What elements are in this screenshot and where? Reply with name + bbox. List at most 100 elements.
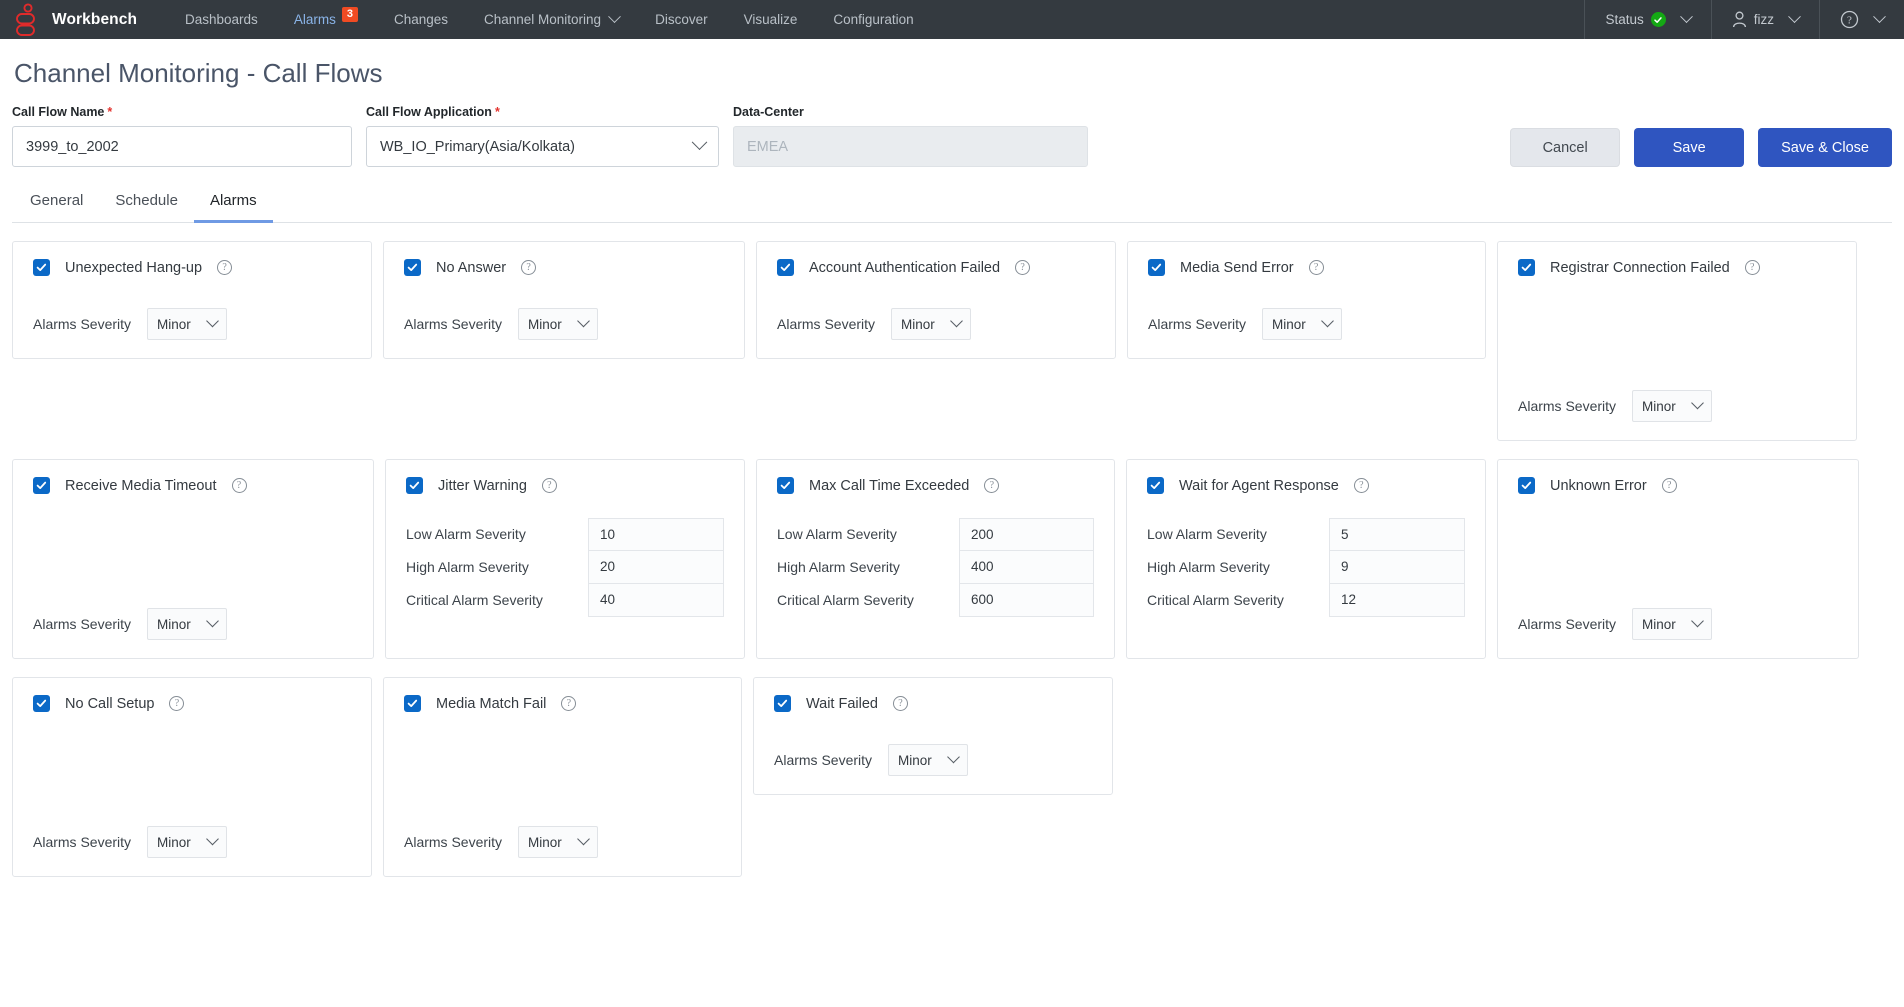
help-menu[interactable]: ? — [1819, 0, 1904, 39]
alarm-enabled-checkbox[interactable] — [774, 695, 791, 712]
alarms-severity-select[interactable]: Minor — [147, 308, 228, 340]
high-alarm-severity-input[interactable]: 9 — [1329, 550, 1465, 584]
card-spacer — [406, 494, 724, 518]
high-alarm-severity-input[interactable]: 400 — [959, 550, 1094, 584]
alarm-enabled-checkbox[interactable] — [777, 477, 794, 494]
selected-value: Minor — [528, 834, 562, 850]
high-alarm-severity-input[interactable]: 20 — [588, 550, 724, 584]
help-question-icon[interactable]: ? — [1353, 478, 1369, 493]
help-question-icon[interactable]: ? — [217, 260, 233, 275]
help-question-icon[interactable]: ? — [1744, 260, 1760, 275]
alarm-enabled-checkbox[interactable] — [406, 477, 423, 494]
low-alarm-severity-input[interactable]: 10 — [588, 517, 724, 551]
alarms-severity-label: Alarms Severity — [1148, 316, 1247, 332]
alarms-severity-select[interactable]: Minor — [147, 608, 228, 640]
alarm-enabled-checkbox[interactable] — [1147, 477, 1164, 494]
threshold-row: High Alarm Severity 400 — [777, 550, 1094, 584]
nav-item-channel-monitoring[interactable]: Channel Monitoring — [466, 0, 637, 39]
save-button[interactable]: Save — [1634, 128, 1745, 167]
alarm-cards-grid: Unexpected Hang-up? Alarms Severity Minor N… — [12, 223, 1892, 895]
alarm-enabled-checkbox[interactable] — [1518, 259, 1535, 276]
chevron-down-icon — [206, 832, 219, 845]
chevron-down-icon — [950, 314, 963, 327]
low-alarm-severity-label: Low Alarm Severity — [406, 526, 526, 542]
nav-item-discover[interactable]: Discover — [637, 0, 726, 39]
alarm-enabled-checkbox[interactable] — [404, 695, 421, 712]
alarms-severity-select[interactable]: Minor — [1632, 608, 1713, 640]
alarm-card-unexpected-hang-up: Unexpected Hang-up? Alarms Severity Minor — [12, 241, 372, 359]
help-question-icon[interactable]: ? — [1308, 260, 1324, 275]
critical-alarm-severity-input[interactable]: 12 — [1329, 583, 1465, 617]
alarms-severity-select[interactable]: Minor — [518, 308, 599, 340]
tab-general[interactable]: General — [14, 187, 99, 223]
call-flow-name-input[interactable]: 3999_to_2002 — [12, 126, 352, 167]
help-question-icon[interactable]: ? — [1661, 478, 1677, 493]
card-spacer — [33, 712, 351, 826]
alarm-enabled-checkbox[interactable] — [33, 259, 50, 276]
critical-alarm-severity-input[interactable]: 600 — [959, 583, 1094, 617]
alarm-enabled-checkbox[interactable] — [33, 477, 50, 494]
chevron-down-icon — [1691, 614, 1704, 627]
call-flow-form: Call Flow Name * 3999_to_2002 Call Flow A… — [12, 105, 1892, 167]
critical-alarm-severity-input[interactable]: 40 — [588, 583, 724, 617]
call-flow-application-select[interactable]: WB_IO_Primary(Asia/Kolkata) — [366, 126, 719, 167]
nav-item-changes[interactable]: Changes — [376, 0, 466, 39]
alarms-severity-row: Alarms Severity Minor — [33, 308, 351, 340]
alarms-severity-select[interactable]: Minor — [1262, 308, 1343, 340]
nav-item-configuration[interactable]: Configuration — [815, 0, 931, 39]
alarm-card-column: No Answer? Alarms Severity Minor — [383, 241, 756, 459]
nav-item-visualize[interactable]: Visualize — [726, 0, 816, 39]
alarm-enabled-checkbox[interactable] — [33, 695, 50, 712]
alarms-severity-select[interactable]: Minor — [518, 826, 599, 858]
tab-schedule[interactable]: Schedule — [99, 187, 194, 223]
alarms-severity-select[interactable]: Minor — [1632, 390, 1713, 422]
page-body: Channel Monitoring - Call Flows Call Flo… — [0, 39, 1904, 895]
help-question-icon[interactable]: ? — [231, 478, 247, 493]
alarm-enabled-checkbox[interactable] — [404, 259, 421, 276]
alarm-card-title: Registrar Connection Failed — [1550, 259, 1730, 276]
alarms-severity-select[interactable]: Minor — [891, 308, 972, 340]
chevron-down-icon — [1873, 10, 1886, 24]
alarms-severity-row: Alarms Severity Minor — [33, 826, 351, 858]
cancel-button[interactable]: Cancel — [1510, 128, 1621, 167]
app-logo[interactable] — [0, 0, 52, 39]
help-question-icon[interactable]: ? — [892, 696, 908, 711]
alarms-severity-row: Alarms Severity Minor — [777, 308, 1095, 340]
alarm-card-account-authentication-failed: Account Authentication Failed? Alarms Sev… — [756, 241, 1116, 359]
user-menu[interactable]: fizz — [1710, 0, 1819, 39]
alarms-severity-select[interactable]: Minor — [147, 826, 228, 858]
alarm-enabled-checkbox[interactable] — [1518, 477, 1535, 494]
selected-value: Minor — [1642, 398, 1676, 414]
nav-item-dashboards[interactable]: Dashboards — [167, 0, 276, 39]
critical-alarm-severity-label: Critical Alarm Severity — [777, 592, 914, 608]
call-flow-application-label: Call Flow Application * — [366, 105, 719, 119]
alarm-card-header: Unexpected Hang-up? — [33, 259, 351, 276]
alarm-card-title: No Answer — [436, 259, 507, 276]
alarms-severity-row: Alarms Severity Minor — [1148, 308, 1465, 340]
field-call-flow-name: Call Flow Name * 3999_to_2002 — [12, 105, 352, 167]
status-menu[interactable]: Status — [1584, 0, 1710, 39]
alarm-card-header: Wait Failed? — [774, 695, 1092, 712]
tab-alarms[interactable]: Alarms — [193, 187, 273, 223]
low-alarm-severity-input[interactable]: 200 — [959, 517, 1094, 551]
nav-item-alarms[interactable]: Alarms 3 — [276, 0, 376, 39]
help-question-icon[interactable]: ? — [561, 696, 577, 711]
brand-label: Workbench — [52, 10, 138, 28]
help-question-icon[interactable]: ? — [1015, 260, 1031, 275]
alarms-severity-select[interactable]: Minor — [888, 744, 969, 776]
required-marker: * — [107, 105, 113, 119]
help-question-icon[interactable]: ? — [541, 478, 557, 493]
threshold-row: Critical Alarm Severity 40 — [406, 583, 724, 617]
help-question-icon[interactable]: ? — [521, 260, 537, 275]
low-alarm-severity-input[interactable]: 5 — [1329, 517, 1465, 551]
alarms-severity-row: Alarms Severity Minor — [404, 826, 721, 858]
threshold-row: Critical Alarm Severity 12 — [1147, 583, 1465, 617]
save-and-close-button[interactable]: Save & Close — [1758, 128, 1892, 167]
alarm-enabled-checkbox[interactable] — [1148, 259, 1165, 276]
alarm-enabled-checkbox[interactable] — [777, 259, 794, 276]
alarm-card-column: Receive Media Timeout? Alarms Severity Min… — [12, 459, 385, 677]
help-question-icon[interactable]: ? — [984, 478, 1000, 493]
help-question-icon[interactable]: ? — [169, 696, 185, 711]
alarm-card-header: Jitter Warning? — [406, 477, 724, 494]
card-spacer — [406, 617, 724, 641]
